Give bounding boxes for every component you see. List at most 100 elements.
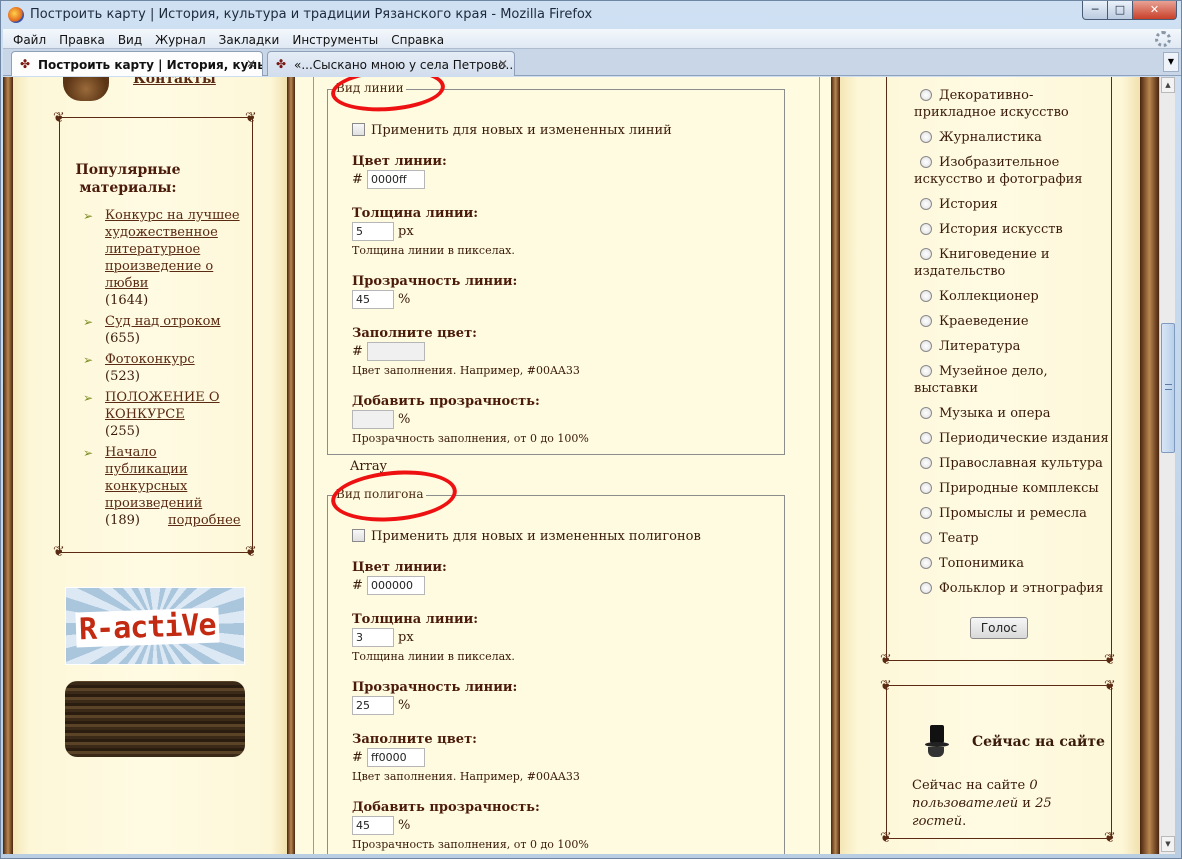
- line-opacity-input[interactable]: 45: [352, 290, 394, 309]
- polygon-line-color-label: Цвет линии:: [352, 560, 447, 575]
- list-item: ➢ Конкурс на лучшее художественное литера…: [81, 207, 241, 309]
- polygon-line-opacity-input[interactable]: 25: [352, 696, 394, 715]
- fill-opacity-hint: Прозрачность заполнения, от 0 до 100%: [352, 432, 589, 445]
- radio-button[interactable]: [920, 365, 932, 377]
- popular-link[interactable]: Конкурс на лучшее художественное литерат…: [105, 208, 240, 291]
- tab-list-chevron-down-icon[interactable]: ▼: [1163, 52, 1179, 72]
- radio-button[interactable]: [920, 557, 932, 569]
- poll-option[interactable]: Литература: [914, 338, 1114, 355]
- radio-button[interactable]: [920, 315, 932, 327]
- vertical-scrollbar[interactable]: ▲ ▼: [1159, 77, 1175, 854]
- fill-opacity-input[interactable]: [352, 410, 394, 429]
- vote-button[interactable]: Голос: [970, 617, 1028, 639]
- maximize-button[interactable]: □: [1107, 1, 1133, 20]
- r-active-banner[interactable]: R-actiVe: [65, 587, 245, 665]
- poll-option[interactable]: Коллекционер: [914, 288, 1114, 305]
- polygon-line-width-input[interactable]: 3: [352, 628, 394, 647]
- poll-option[interactable]: Журналистика: [914, 129, 1114, 146]
- view-count: (1644): [105, 293, 149, 308]
- popular-link[interactable]: Фотоконкурс: [105, 352, 195, 367]
- radio-button[interactable]: [920, 507, 932, 519]
- popular-link[interactable]: ПОЛОЖЕНИЕ О КОНКУРСЕ: [105, 390, 220, 422]
- content-border: [313, 77, 314, 854]
- blurred-banner[interactable]: [65, 681, 245, 757]
- hash-sign: #: [352, 172, 363, 187]
- poll-option[interactable]: Периодические издания: [914, 430, 1114, 447]
- apply-lines-checkbox[interactable]: [352, 123, 365, 136]
- poll-option[interactable]: Книговедение и издательство: [914, 246, 1114, 280]
- radio-button[interactable]: [920, 532, 932, 544]
- menu-bookmarks[interactable]: Закладки: [209, 30, 283, 47]
- tab-label: «...Сыскано мною у села Петрово...: [294, 58, 515, 72]
- poll-option[interactable]: Музейное дело, выставки: [914, 363, 1114, 397]
- apply-polygons-checkbox[interactable]: [352, 529, 365, 542]
- line-width-input[interactable]: 5: [352, 222, 394, 241]
- popular-link[interactable]: Суд над отроком: [105, 314, 221, 329]
- tab-close-icon[interactable]: ✕: [498, 57, 508, 71]
- fill-color-hint: Цвет заполнения. Например, #00AA33: [352, 364, 580, 377]
- apply-polygons-label: Применить для новых и измененных полигон…: [371, 529, 701, 544]
- polygon-style-fieldset: Вид полигона Применить для новых и измен…: [327, 487, 785, 854]
- fill-color-input[interactable]: [367, 342, 426, 361]
- poll-option[interactable]: Фольклор и этнография: [914, 580, 1114, 597]
- arrow-bullet-icon: ➢: [83, 353, 94, 367]
- radio-button[interactable]: [920, 89, 932, 101]
- border-strip: [3, 77, 13, 854]
- window-title: Построить карту | История, культура и тр…: [30, 7, 593, 22]
- polygon-fill-opacity-input[interactable]: 45: [352, 816, 394, 835]
- menu-edit[interactable]: Правка: [49, 30, 108, 47]
- polygon-line-width-hint: Толщина линии в пикселах.: [352, 650, 515, 663]
- tab-close-icon[interactable]: ✕: [246, 57, 256, 71]
- scroll-thumb[interactable]: [1161, 323, 1175, 453]
- minimize-button[interactable]: ─: [1082, 1, 1108, 20]
- polygon-line-color-input[interactable]: 000000: [367, 576, 426, 595]
- menu-help[interactable]: Справка: [381, 30, 447, 47]
- poll-option[interactable]: История: [914, 196, 1114, 213]
- poll-option[interactable]: Природные комплексы: [914, 480, 1114, 497]
- contacts-link[interactable]: Контакты: [133, 77, 216, 87]
- column-divider: [287, 77, 295, 854]
- poll-option[interactable]: Театр: [914, 530, 1114, 547]
- percent-unit: %: [398, 292, 411, 307]
- radio-button[interactable]: [920, 340, 932, 352]
- radio-button[interactable]: [920, 248, 932, 260]
- site-favicon-icon: ✤: [276, 57, 287, 71]
- tab-petrovo[interactable]: ✤ «...Сыскано мною у села Петрово... ✕: [267, 51, 515, 76]
- tab-build-map[interactable]: ✤ Построить карту | История, куль... ✕: [11, 51, 263, 76]
- poll-option[interactable]: Краеведение: [914, 313, 1114, 330]
- close-window-button[interactable]: ✕: [1132, 1, 1177, 20]
- polygon-fill-color-label: Заполните цвет:: [352, 732, 477, 747]
- right-sidebar: ❦ ❦ Декоративно-прикладное искусство Жур…: [840, 77, 1140, 854]
- radio-button[interactable]: [920, 582, 932, 594]
- poll-option[interactable]: Промыслы и ремесла: [914, 505, 1114, 522]
- radio-button[interactable]: [920, 432, 932, 444]
- poll-option[interactable]: Православная культура: [914, 455, 1114, 472]
- poll-option[interactable]: История искусств: [914, 221, 1114, 238]
- radio-button[interactable]: [920, 457, 932, 469]
- hash-sign: #: [352, 344, 363, 359]
- poll-option[interactable]: Музыка и опера: [914, 405, 1114, 422]
- radio-button[interactable]: [920, 156, 932, 168]
- popular-link[interactable]: Начало публикации конкурсных произведени…: [105, 445, 202, 511]
- radio-button[interactable]: [920, 290, 932, 302]
- poll-option[interactable]: Декоративно-прикладное искусство: [914, 87, 1114, 121]
- menu-history[interactable]: Журнал: [145, 30, 209, 47]
- line-color-input[interactable]: 0000ff: [367, 170, 426, 189]
- scroll-down-icon[interactable]: ▼: [1161, 836, 1175, 852]
- menu-view[interactable]: Вид: [108, 30, 145, 47]
- radio-button[interactable]: [920, 223, 932, 235]
- scroll-up-icon[interactable]: ▲: [1161, 77, 1175, 93]
- radio-button[interactable]: [920, 482, 932, 494]
- line-width-row: 5 px: [352, 222, 414, 241]
- more-link[interactable]: подробнее: [168, 513, 241, 528]
- radio-button[interactable]: [920, 198, 932, 210]
- polygon-fill-color-input[interactable]: ff0000: [367, 748, 426, 767]
- radio-button[interactable]: [920, 131, 932, 143]
- menu-file[interactable]: Файл: [3, 30, 49, 47]
- percent-unit: %: [398, 412, 411, 427]
- poll-option[interactable]: Изобразительное искусство и фотография: [914, 154, 1114, 188]
- radio-button[interactable]: [920, 407, 932, 419]
- poll-option[interactable]: Топонимика: [914, 555, 1114, 572]
- menu-tools[interactable]: Инструменты: [282, 30, 381, 47]
- polygon-line-width-label: Толщина линии:: [352, 612, 479, 627]
